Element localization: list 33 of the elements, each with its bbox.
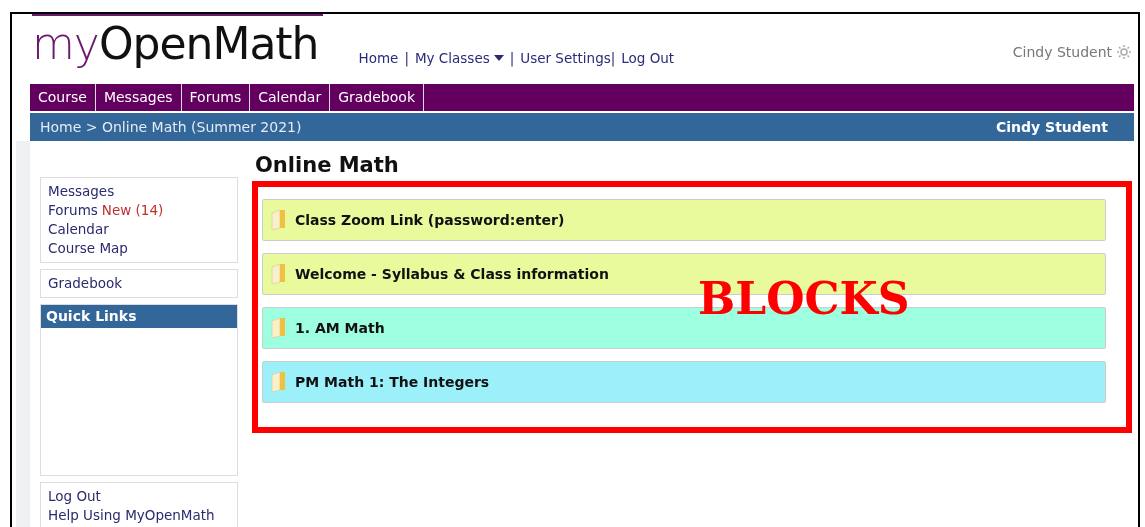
page-title: Online Math	[255, 153, 400, 177]
nav-link[interactable]: Home	[358, 50, 399, 66]
caret-icon	[493, 55, 504, 61]
sidebar-link[interactable]: Calendar	[48, 221, 109, 237]
separator: |	[404, 50, 409, 66]
new-count: New (14)	[101, 202, 164, 218]
folder-icon	[271, 317, 287, 339]
panel-header: Quick Links	[41, 305, 237, 328]
folder-icon	[271, 263, 287, 285]
folder-icon	[271, 371, 287, 393]
sidebar-link[interactable]: Messages	[48, 183, 115, 199]
sidebar-link[interactable]: Help Using MyOpenMath	[48, 506, 230, 525]
folder-icon	[271, 209, 287, 231]
nav-link[interactable]: My Classes	[414, 50, 504, 66]
block-header[interactable]: PM Math 1: The Integers	[262, 361, 1106, 403]
sidebar-link[interactable]: Log Out	[48, 487, 230, 506]
nav-tab[interactable]: Calendar	[250, 84, 331, 111]
nav-link[interactable]: Log Out	[621, 50, 675, 66]
sidebar-link[interactable]: Gradebook	[48, 274, 230, 293]
nav-tab[interactable]: Messages	[95, 84, 182, 111]
nav-link[interactable]: |	[509, 50, 515, 66]
block-header[interactable]: Class Zoom Link (password:enter)	[262, 199, 1106, 241]
logo: myOpenMath	[32, 14, 323, 72]
sidebar-link[interactable]: Forums	[48, 202, 98, 218]
nav-link[interactable]: User Settings|	[520, 50, 616, 66]
breadcrumb[interactable]: Home > Online Math (Summer 2021)	[40, 119, 302, 135]
nav-tab[interactable]: Forums	[181, 84, 251, 111]
user-name[interactable]: Cindy Student	[1012, 44, 1112, 60]
settings-icon[interactable]	[1116, 44, 1132, 60]
nav-tab[interactable]: Gradebook	[330, 84, 424, 111]
user-name: Cindy Student	[996, 119, 1108, 135]
sidebar-link[interactable]: Course Map	[48, 240, 128, 256]
nav-tab[interactable]: Course	[30, 84, 96, 111]
